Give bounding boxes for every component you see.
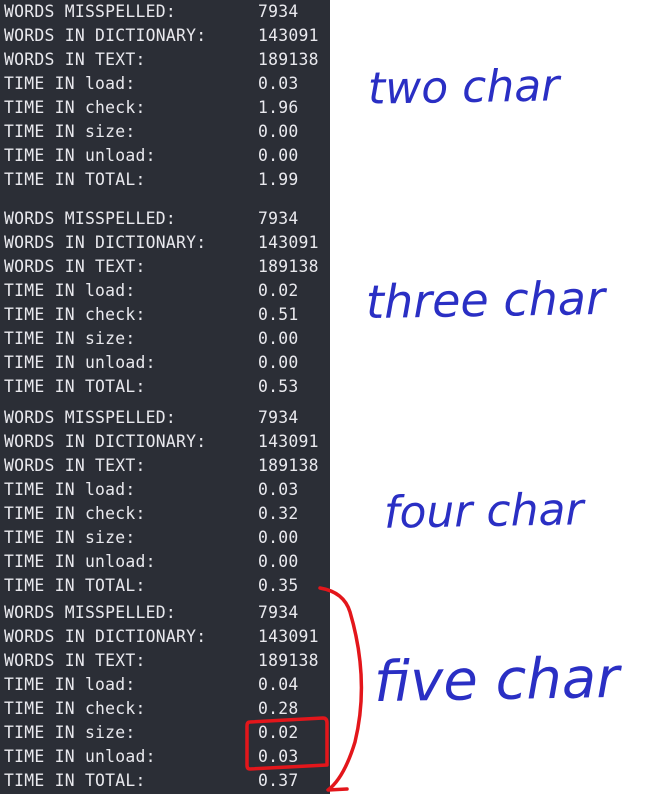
highlight-annotations	[245, 586, 364, 792]
highlight-box	[245, 716, 329, 771]
